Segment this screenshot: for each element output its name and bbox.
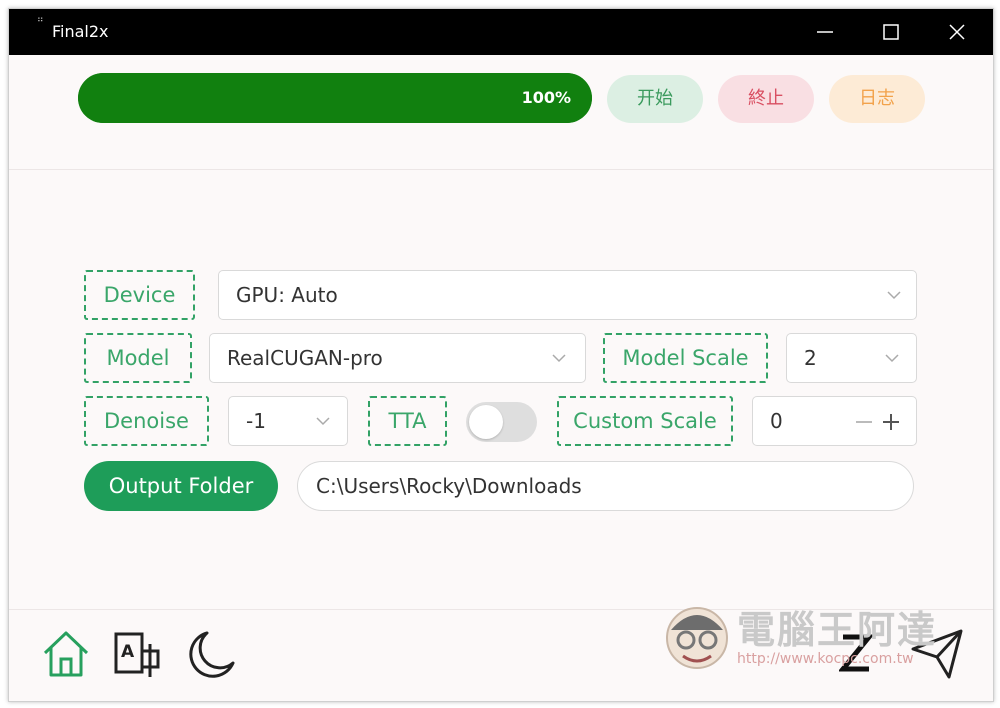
toggle-knob [469, 405, 503, 439]
title-bar: ⠶ Final2x [9, 9, 993, 55]
progress-fill [78, 73, 592, 123]
denoise-select[interactable]: -1 [228, 396, 348, 446]
progress-bar: 100% [78, 73, 592, 123]
device-value: GPU: Auto [236, 283, 338, 307]
close-button[interactable] [927, 9, 987, 55]
maximize-icon [883, 24, 899, 40]
log-button[interactable]: 日志 [829, 75, 925, 123]
dark-mode-moon-icon[interactable] [185, 629, 237, 681]
translate-icon[interactable]: A [113, 631, 165, 679]
stop-button[interactable]: 終止 [718, 75, 814, 123]
watermark-mascot-icon [666, 607, 728, 669]
chevron-down-icon [887, 291, 901, 300]
model-scale-label: Model Scale [603, 333, 768, 383]
custom-scale-value: 0 [770, 409, 783, 433]
minimize-button[interactable] [795, 9, 855, 55]
model-value: RealCUGAN-pro [227, 346, 383, 370]
custom-scale-stepper[interactable]: 0 [752, 396, 917, 446]
plus-icon-vertical [890, 414, 892, 430]
close-icon [949, 24, 965, 40]
app-window: ⠶ Final2x 100% 开始 終止 日志 Device GPU: Auto… [8, 8, 994, 702]
window-title: Final2x [52, 22, 109, 41]
output-folder-button[interactable]: Output Folder [84, 461, 278, 511]
model-select[interactable]: RealCUGAN-pro [209, 333, 586, 383]
minimize-icon [817, 31, 833, 33]
output-path-field[interactable]: C:\Users\Rocky\Downloads [297, 461, 914, 511]
denoise-value: -1 [246, 409, 266, 433]
denoise-label: Denoise [84, 396, 209, 446]
maximize-button[interactable] [861, 9, 921, 55]
custom-scale-label: Custom Scale [557, 396, 733, 446]
model-scale-select[interactable]: 2 [786, 333, 917, 383]
watermark-url: http://www.kocpc.com.tw [737, 651, 914, 667]
model-label: Model [84, 333, 192, 383]
model-scale-value: 2 [804, 346, 817, 370]
home-icon[interactable] [41, 629, 91, 679]
tta-toggle[interactable] [466, 402, 537, 442]
svg-text:A: A [121, 642, 135, 662]
device-label: Device [84, 270, 195, 320]
chevron-down-icon [316, 417, 330, 426]
app-icon: ⠶ [37, 15, 44, 25]
progress-label: 100% [521, 88, 571, 107]
chevron-down-icon [885, 354, 899, 363]
top-divider [9, 169, 993, 170]
decrement-button[interactable] [856, 421, 872, 423]
chevron-down-icon [552, 354, 566, 363]
device-select[interactable]: GPU: Auto [218, 270, 917, 320]
watermark: 電腦王阿達 http://www.kocpc.com.tw [659, 584, 959, 684]
watermark-title: 電腦王阿達 [737, 608, 938, 652]
start-button[interactable]: 开始 [607, 75, 703, 123]
tta-label: TTA [368, 396, 447, 446]
